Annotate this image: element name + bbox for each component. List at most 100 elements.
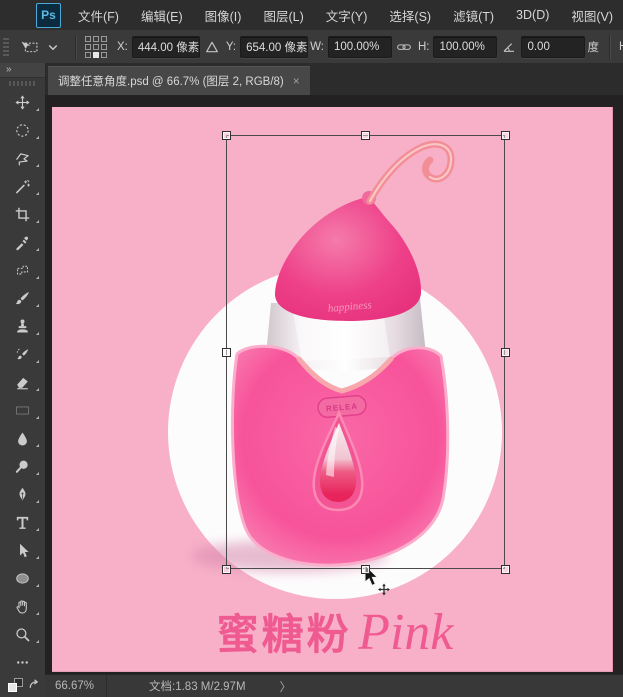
width-scale-field[interactable]: 100.00% xyxy=(328,36,392,58)
color-swatches xyxy=(0,675,45,697)
clone-stamp-tool-button[interactable] xyxy=(0,312,45,340)
menu-item[interactable]: 图像(I) xyxy=(194,6,253,25)
reference-point-cell[interactable] xyxy=(101,44,107,50)
reference-point-cell[interactable] xyxy=(85,52,91,58)
eyedropper-tool-button[interactable] xyxy=(0,228,45,256)
gradient-icon xyxy=(14,402,31,419)
skew-h-label: H: xyxy=(619,41,623,53)
link-icon xyxy=(396,39,412,55)
reference-point-cell[interactable] xyxy=(85,44,91,50)
type-icon xyxy=(14,514,31,531)
transform-tool-icon xyxy=(20,38,40,56)
lasso-tool-button[interactable] xyxy=(0,144,45,172)
document-canvas[interactable]: happiness RELEA 蜜糖粉 Pink xyxy=(52,107,613,672)
tab-close-button[interactable]: × xyxy=(293,74,300,88)
history-brush-tool-button[interactable] xyxy=(0,340,45,368)
blur-tool-button[interactable] xyxy=(0,424,45,452)
elliptical-marquee-tool-button[interactable] xyxy=(0,116,45,144)
reference-point-cell[interactable] xyxy=(93,52,99,58)
angle-unit-label: 度 xyxy=(587,39,599,55)
type-tool-button[interactable] xyxy=(0,508,45,536)
ellipse-shape-tool-button[interactable] xyxy=(0,564,45,592)
height-label: H: xyxy=(418,41,430,53)
document-tab-title: 调整任意角度.psd @ 66.7% (图层 2, RGB/8) xyxy=(58,73,284,89)
move-tool-button[interactable] xyxy=(0,88,45,116)
rotation-angle-icon xyxy=(499,37,519,57)
menu-item[interactable]: 视图(V) xyxy=(560,6,623,25)
path-selection-tool-button[interactable] xyxy=(0,536,45,564)
spot-healing-tool-button[interactable] xyxy=(0,256,45,284)
reference-point-cell[interactable] xyxy=(85,36,91,42)
transform-handle[interactable] xyxy=(361,131,370,140)
photoshop-logo: Ps xyxy=(36,3,61,28)
document-tab[interactable]: 调整任意角度.psd @ 66.7% (图层 2, RGB/8) × xyxy=(48,66,310,95)
hand-tool-button[interactable] xyxy=(0,592,45,620)
foreground-color-swatch[interactable] xyxy=(8,683,17,692)
poster-title: 蜜糖粉 Pink xyxy=(217,604,455,661)
reference-point-cell[interactable] xyxy=(93,44,99,50)
brush-tool-button[interactable] xyxy=(0,284,45,312)
transform-handle[interactable] xyxy=(222,348,231,357)
x-position-field[interactable]: 444.00 像素 xyxy=(132,36,200,58)
menu-item[interactable]: 编辑(E) xyxy=(130,6,194,25)
eyedropper-icon xyxy=(14,234,31,251)
options-bar-grip[interactable] xyxy=(3,38,9,56)
menu-item[interactable]: 选择(S) xyxy=(378,6,442,25)
spot-healing-icon xyxy=(14,262,31,279)
menu-items: 文件(F)编辑(E)图像(I)图层(L)文字(Y)选择(S)滤镜(T)3D(D)… xyxy=(67,6,623,25)
transform-handle[interactable] xyxy=(501,565,510,574)
menu-item[interactable]: 文字(Y) xyxy=(315,6,379,25)
poster-title-zh: 蜜糖粉 xyxy=(217,611,352,658)
menu-item[interactable]: 3D(D) xyxy=(505,8,560,22)
menu-item[interactable]: 文件(F) xyxy=(67,6,130,25)
brush-icon xyxy=(14,290,31,307)
transform-handle[interactable] xyxy=(501,131,510,140)
transform-handle[interactable] xyxy=(361,565,370,574)
rotation-angle-field[interactable]: 0.00 xyxy=(521,36,585,58)
pasteboard: happiness RELEA 蜜糖粉 Pink xyxy=(45,95,623,675)
menu-item[interactable]: 滤镜(T) xyxy=(442,6,505,25)
eraser-tool-button[interactable] xyxy=(0,368,45,396)
crop-tool-button[interactable] xyxy=(0,200,45,228)
panel-collapse-button[interactable]: » xyxy=(0,63,45,78)
document-tab-bar: 调整任意角度.psd @ 66.7% (图层 2, RGB/8) × xyxy=(45,63,623,95)
status-bar: 66.67% 文档:1.83 M/2.97M 〉 xyxy=(45,674,623,697)
zoom-tool-button[interactable] xyxy=(0,620,45,648)
reference-point-cell[interactable] xyxy=(93,36,99,42)
dodge-tool-button[interactable] xyxy=(0,452,45,480)
rope-highlight xyxy=(370,144,451,201)
y-label: Y: xyxy=(226,41,236,53)
height-scale-field[interactable]: 100.00% xyxy=(433,36,497,58)
more-tools-tool-button[interactable] xyxy=(0,648,45,676)
delta-icon xyxy=(204,39,220,55)
reference-point-grid[interactable] xyxy=(85,36,107,58)
reference-point-cell[interactable] xyxy=(101,36,107,42)
tools-panel-grip[interactable] xyxy=(9,81,36,86)
pen-icon xyxy=(14,486,31,503)
menu-item[interactable]: 图层(L) xyxy=(252,6,314,25)
relative-position-toggle[interactable] xyxy=(202,37,222,57)
history-brush-icon xyxy=(14,346,31,363)
magic-wand-tool-button[interactable] xyxy=(0,172,45,200)
transform-handle[interactable] xyxy=(222,565,231,574)
tool-preset-picker[interactable] xyxy=(14,38,69,56)
status-chevron-button[interactable]: 〉 xyxy=(280,678,292,695)
chevron-down-icon[interactable] xyxy=(43,38,63,56)
separator xyxy=(75,35,77,59)
zoom-level-field[interactable]: 66.67% xyxy=(45,675,107,697)
transform-handle[interactable] xyxy=(222,131,231,140)
magic-wand-icon xyxy=(14,178,31,195)
ellipse-shape-icon xyxy=(14,570,31,587)
y-position-field[interactable]: 654.00 像素 xyxy=(240,36,308,58)
poster-title-en: Pink xyxy=(357,604,454,661)
gradient-tool-button[interactable] xyxy=(0,396,45,424)
elliptical-marquee-icon xyxy=(14,122,31,139)
dodge-icon xyxy=(14,458,31,475)
swap-colors-icon[interactable] xyxy=(28,679,41,692)
reference-point-cell[interactable] xyxy=(101,52,107,58)
transform-handle[interactable] xyxy=(501,348,510,357)
maintain-aspect-ratio-button[interactable] xyxy=(394,37,414,57)
pen-tool-button[interactable] xyxy=(0,480,45,508)
document-size-info: 文档:1.83 M/2.97M xyxy=(149,678,246,694)
poster-artwork: happiness RELEA 蜜糖粉 Pink xyxy=(52,107,613,672)
